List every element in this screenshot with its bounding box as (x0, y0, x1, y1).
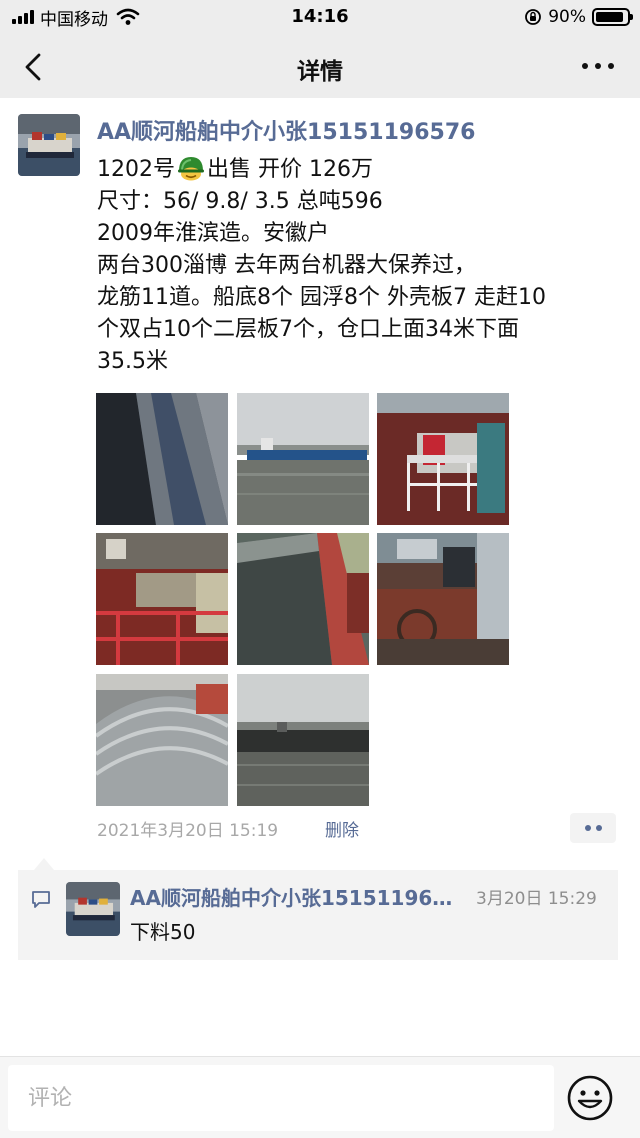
post-author[interactable]: AA顺河船舶中介小张15151196576 (97, 114, 475, 146)
ship-deck-photo[interactable] (96, 393, 228, 525)
machinery-photo[interactable] (96, 533, 228, 665)
status-bar: 中国移动 14:16 90% (0, 0, 640, 34)
comment-avatar[interactable] (66, 882, 120, 936)
wheelhouse-photo[interactable] (377, 533, 509, 665)
comments-section: AA顺河船舶中介小张15151196576 3月20日 15:29 下料50 (18, 858, 618, 960)
post-body: 1202号 出售 开价 126万 尺寸：56/ 9.8/ 3.5 总吨596 2… (97, 154, 617, 378)
barge-on-river-photo[interactable] (237, 674, 369, 806)
comment-input-bar (0, 1056, 640, 1138)
orientation-lock-icon (525, 9, 542, 25)
comment-author[interactable]: AA顺河船舶中介小张15151196576 (130, 882, 462, 911)
delete-button[interactable]: 删除 (325, 816, 359, 841)
comment-like-menu-button[interactable] (570, 813, 616, 843)
comment-timestamp: 3月20日 15:29 (476, 889, 597, 909)
battery-fill (596, 12, 623, 22)
emoji-icon[interactable] (566, 1074, 614, 1122)
page-title: 详情 (297, 59, 343, 85)
post-timestamp: 2021年3月20日 15:19 (97, 821, 279, 841)
battery-icon (592, 8, 633, 26)
more-options-icon[interactable] (582, 58, 614, 74)
status-right-group: 90% (524, 6, 633, 28)
author-avatar[interactable] (18, 114, 80, 176)
post-line: 两台300淄博 去年两台机器大保养过， (97, 253, 476, 278)
engine-room-photo[interactable] (377, 393, 509, 525)
helmet-emoji-icon (178, 157, 204, 181)
battery-percent: 90% (548, 7, 586, 27)
comment-text: 下料50 (130, 920, 196, 944)
post-line: 2009年淮滨造。安徽户 (97, 221, 329, 246)
comment-bubble-icon (32, 891, 50, 908)
post-line: 龙筋11道。船底8个 园浮8个 外壳板7 走赶10 (97, 285, 546, 310)
river-barge-photo[interactable] (237, 393, 369, 525)
post-line: 1202号 出售 开价 126万 (97, 157, 373, 182)
post-line: 尺寸：56/ 9.8/ 3.5 总吨596 (97, 189, 383, 214)
covered-hold-photo[interactable] (237, 533, 369, 665)
comment-input[interactable] (8, 1065, 554, 1131)
post-line: 35.5米 (97, 349, 168, 374)
post-line: 个双占10个二层板7个，仓口上面34米下面 (97, 317, 519, 342)
hatch-covers-photo[interactable] (96, 674, 228, 806)
nav-bar: 详情 (0, 34, 640, 98)
